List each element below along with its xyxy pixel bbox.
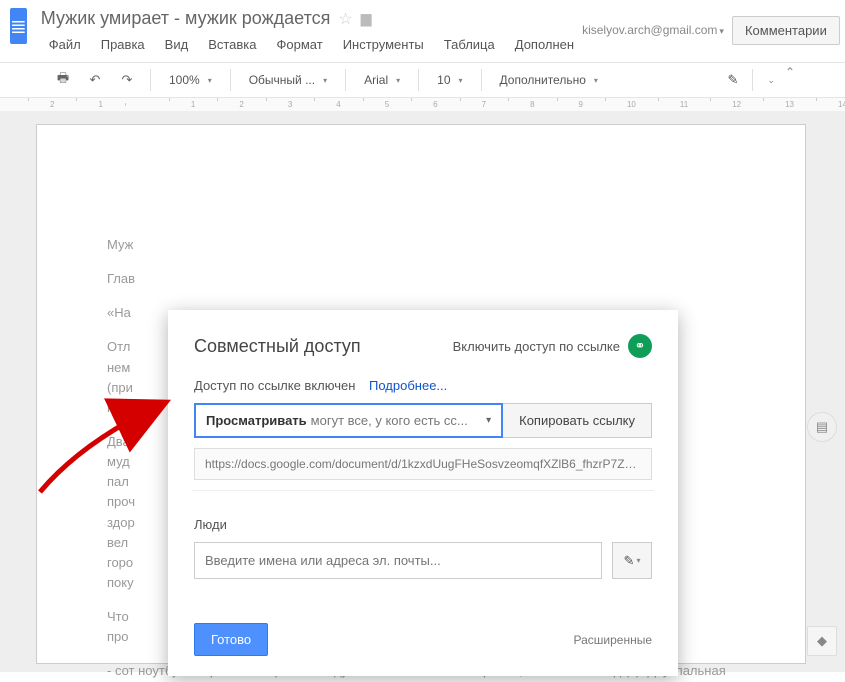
menu-bar: Файл Правка Вид Вставка Формат Инструмен… <box>41 33 582 56</box>
menu-table[interactable]: Таблица <box>436 33 503 56</box>
done-button[interactable]: Готово <box>194 623 268 656</box>
dialog-title: Совместный доступ <box>194 336 361 357</box>
menu-format[interactable]: Формат <box>269 33 331 56</box>
menu-tools[interactable]: Инструменты <box>335 33 432 56</box>
people-input[interactable] <box>194 542 602 579</box>
share-dialog: Совместный доступ Включить доступ по ссы… <box>168 310 678 676</box>
toolbar: 🖶 ↶ ↷ 100% Обычный ... Arial 10 Дополнит… <box>0 62 845 98</box>
folder-icon[interactable]: ▆ <box>361 10 372 27</box>
style-select[interactable]: Обычный ... <box>241 69 335 91</box>
add-comment-icon[interactable]: ▤ <box>807 412 837 442</box>
doc-text: Муж <box>107 235 735 255</box>
menu-insert[interactable]: Вставка <box>200 33 264 56</box>
learn-more-link[interactable]: Подробнее... <box>369 378 447 393</box>
link-access-status: Доступ по ссылке включен <box>194 378 355 393</box>
more-select[interactable]: Дополнительно <box>492 69 606 91</box>
copy-link-button[interactable]: Копировать ссылку <box>503 403 652 438</box>
edit-mode-icon[interactable]: ✎ <box>727 72 738 88</box>
star-icon[interactable]: ☆ <box>338 9 352 29</box>
doc-text: Глав <box>107 269 735 289</box>
redo-icon[interactable]: ↷ <box>114 67 140 93</box>
annotation-arrow <box>32 392 172 505</box>
link-permission-select[interactable]: Просматриватьмогут все, у кого есть сс..… <box>194 403 503 438</box>
undo-icon[interactable]: ↶ <box>82 67 108 93</box>
size-select[interactable]: 10 <box>429 69 470 91</box>
font-select[interactable]: Arial <box>356 69 408 91</box>
enable-link-label: Включить доступ по ссылке <box>453 339 620 354</box>
zoom-select[interactable]: 100% <box>161 69 220 91</box>
menu-addons[interactable]: Дополнен <box>507 33 582 56</box>
comments-button[interactable]: Комментарии <box>732 16 840 45</box>
ruler: 21123456789101112131415 <box>0 98 845 112</box>
menu-edit[interactable]: Правка <box>93 33 153 56</box>
collapse-icon[interactable]: ⌃ <box>785 65 795 79</box>
menu-file[interactable]: Файл <box>41 33 89 56</box>
share-url-field[interactable]: https://docs.google.com/document/d/1kzxd… <box>194 448 652 480</box>
people-label: Люди <box>194 517 652 532</box>
menu-view[interactable]: Вид <box>157 33 197 56</box>
document-title[interactable]: Мужик умирает - мужик рождается <box>41 8 331 29</box>
advanced-link[interactable]: Расширенные <box>573 633 652 647</box>
docs-logo[interactable] <box>10 8 27 44</box>
print-icon[interactable]: 🖶 <box>50 67 76 93</box>
account-email[interactable]: kiselyov.arch@gmail.com <box>582 23 724 37</box>
link-icon[interactable]: ⚭ <box>628 334 652 358</box>
permission-role-button[interactable]: ✎ <box>612 542 652 579</box>
chevron-down-icon[interactable]: ⌄ <box>767 75 775 86</box>
